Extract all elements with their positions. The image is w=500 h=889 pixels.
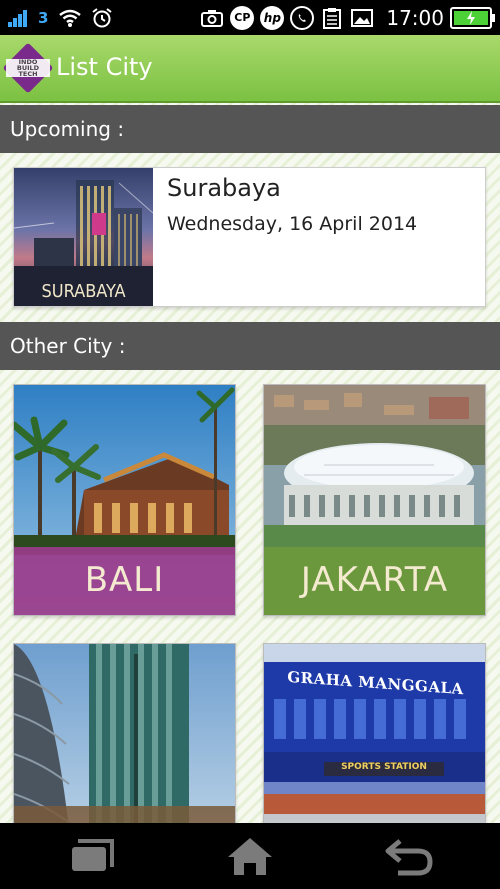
other-city-section-header: Other City : xyxy=(0,322,500,370)
upcoming-city-date: Wednesday, 16 April 2014 xyxy=(167,213,418,235)
city-caption-4 xyxy=(264,804,485,823)
surabaya-image-caption: SURABAYA xyxy=(41,281,126,302)
clipboard-icon xyxy=(320,7,344,29)
alarm-icon xyxy=(90,7,114,29)
upcoming-city-name: Surabaya xyxy=(167,174,281,202)
sports-station-sign: SPORTS STATION xyxy=(341,762,427,772)
city-card-3[interactable] xyxy=(13,643,236,823)
cp-icon: CP xyxy=(230,5,255,30)
page-title: List City xyxy=(56,53,153,81)
city-card-bali[interactable]: BALI xyxy=(13,384,236,616)
clock-time: 17:00 xyxy=(386,5,444,30)
back-button[interactable] xyxy=(378,833,438,879)
battery-icon xyxy=(450,6,495,29)
home-button[interactable] xyxy=(220,833,280,879)
upcoming-city-card[interactable]: SURABAYA Surabaya Wednesday, 16 April 20… xyxy=(13,167,486,307)
network-type-label: 3 xyxy=(38,8,49,27)
signal-icon xyxy=(6,7,30,29)
home-icon xyxy=(228,838,272,875)
city-list[interactable]: Upcoming : SURABAYA Surabaya Wednesday, … xyxy=(0,103,500,823)
upcoming-section-header: Upcoming : xyxy=(0,105,500,153)
image-icon xyxy=(350,7,374,29)
recent-apps-icon xyxy=(72,839,114,871)
hp-icon: hp xyxy=(260,5,285,30)
recent-apps-button[interactable] xyxy=(62,833,122,879)
city-caption-jakarta: JAKARTA xyxy=(300,560,449,600)
surabaya-image: SURABAYA xyxy=(14,168,153,306)
status-bar: 3 CP hp 17:00 xyxy=(0,0,500,35)
city-card-jakarta[interactable]: JAKARTA xyxy=(263,384,486,616)
back-icon xyxy=(385,839,433,876)
city-caption-bali: BALI xyxy=(84,560,165,600)
camera-icon xyxy=(200,7,224,29)
city-card-4[interactable]: GRAHA MANGGALA SPORTS STATION xyxy=(263,643,486,823)
action-bar: INDO BUILD TECH List City xyxy=(0,35,500,103)
wifi-icon xyxy=(58,7,82,29)
city-caption-3 xyxy=(14,804,235,823)
whatsapp-icon xyxy=(290,5,315,30)
navigation-bar xyxy=(0,823,500,889)
logo-text-line-3: TECH xyxy=(18,70,38,78)
